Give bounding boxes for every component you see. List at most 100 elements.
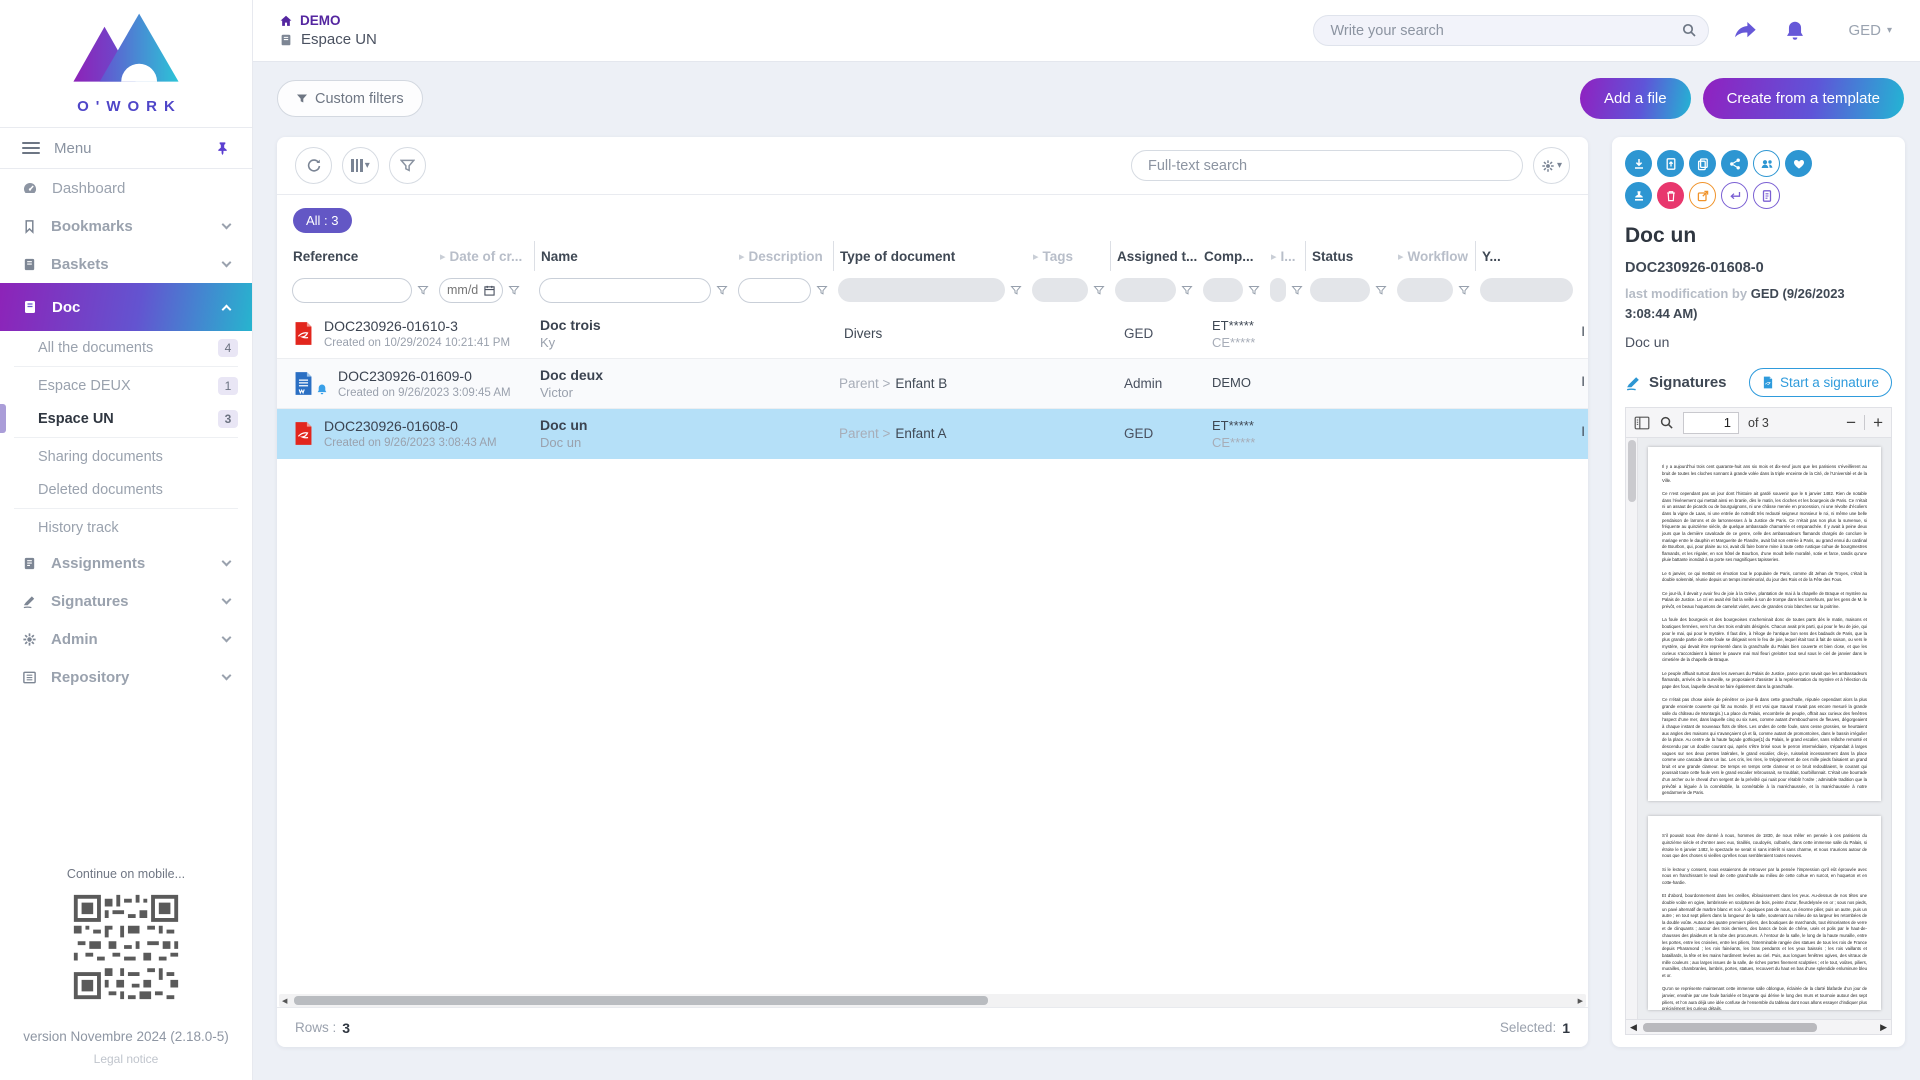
funnel-icon[interactable] bbox=[1181, 285, 1193, 296]
filter-select-tags[interactable] bbox=[1032, 278, 1088, 302]
sidebar-item-doc[interactable]: Doc bbox=[0, 283, 252, 331]
sidebar-item-history-track[interactable]: History track bbox=[0, 511, 252, 544]
filter-button[interactable] bbox=[389, 147, 426, 184]
funnel-icon[interactable] bbox=[1458, 285, 1470, 296]
funnel-icon[interactable] bbox=[1248, 285, 1260, 296]
column-header-reference[interactable]: Reference bbox=[287, 241, 434, 271]
scroll-left-arrow[interactable]: ◀ bbox=[1626, 1022, 1641, 1033]
delete-button[interactable] bbox=[1657, 182, 1684, 209]
column-header-workflow[interactable]: ▸Workflow bbox=[1392, 241, 1475, 271]
scrollbar-thumb[interactable] bbox=[1628, 440, 1636, 502]
column-header-name[interactable]: Name bbox=[534, 241, 733, 271]
search-icon[interactable] bbox=[1659, 415, 1674, 430]
stamp-button[interactable] bbox=[1625, 182, 1652, 209]
pdf-page-2[interactable]: S’il pouvait nous être donné à nous, hom… bbox=[1648, 816, 1881, 1010]
column-header-type[interactable]: Type of document bbox=[833, 241, 1027, 271]
filter-input-date[interactable] bbox=[439, 278, 503, 303]
sidebar-item-repository[interactable]: Repository bbox=[0, 658, 252, 696]
pdf-vertical-scrollbar[interactable] bbox=[1626, 438, 1638, 1019]
table-settings-button[interactable]: ▾ bbox=[1533, 147, 1570, 184]
table-row-selected[interactable]: DOC230926-01608-0 Created on 9/26/2023 3… bbox=[277, 409, 1588, 459]
funnel-icon[interactable] bbox=[417, 285, 429, 296]
breadcrumb-home[interactable]: DEMO bbox=[279, 13, 377, 28]
notifications-button[interactable] bbox=[1782, 17, 1808, 45]
download-button[interactable] bbox=[1625, 150, 1652, 177]
sidebar-item-dashboard[interactable]: Dashboard bbox=[0, 169, 252, 207]
filter-input-reference[interactable] bbox=[292, 278, 412, 303]
custom-filters-button[interactable]: Custom filters bbox=[277, 80, 423, 117]
filter-input-description[interactable] bbox=[738, 278, 811, 303]
sidebar-toggle-icon[interactable] bbox=[1634, 416, 1650, 430]
funnel-icon[interactable] bbox=[716, 285, 728, 296]
filter-input-name[interactable] bbox=[539, 278, 711, 303]
sidebar-item-all-documents[interactable]: All the documents 4 bbox=[0, 331, 252, 364]
refresh-button[interactable] bbox=[295, 147, 332, 184]
return-button[interactable] bbox=[1721, 182, 1748, 209]
pdf-page-1[interactable]: Il y a aujourd’hui trois cent quarante-h… bbox=[1648, 447, 1881, 801]
column-header-i[interactable]: ▸I... bbox=[1265, 241, 1305, 271]
global-search-input[interactable] bbox=[1313, 15, 1709, 46]
sidebar-item-sharing-documents[interactable]: Sharing documents bbox=[0, 440, 252, 473]
breadcrumb-space[interactable]: Espace UN bbox=[279, 31, 377, 48]
column-header-status[interactable]: Status bbox=[1305, 241, 1392, 271]
funnel-icon[interactable] bbox=[508, 285, 520, 296]
share-button[interactable] bbox=[1731, 18, 1760, 44]
document-properties-button[interactable] bbox=[1753, 182, 1780, 209]
scroll-right-arrow[interactable]: ▶ bbox=[1876, 1022, 1891, 1033]
fulltext-search-input[interactable] bbox=[1131, 150, 1523, 181]
share-document-button[interactable] bbox=[1721, 150, 1748, 177]
column-header-date[interactable]: ▸Date of cr... bbox=[434, 241, 534, 271]
sidebar-item-assignments[interactable]: Assignments bbox=[0, 544, 252, 582]
upload-version-button[interactable] bbox=[1657, 150, 1684, 177]
scrollbar-thumb[interactable] bbox=[294, 996, 987, 1005]
filter-select-workflow[interactable] bbox=[1397, 278, 1453, 302]
sidebar-item-espace-deux[interactable]: Espace DEUX 1 bbox=[0, 369, 252, 402]
all-filter-badge[interactable]: All : 3 bbox=[293, 208, 352, 233]
table-horizontal-scrollbar[interactable]: ◀ ▶ bbox=[279, 994, 1586, 1007]
columns-button[interactable]: ▾ bbox=[342, 147, 379, 184]
open-external-button[interactable] bbox=[1689, 182, 1716, 209]
sidebar-item-deleted-documents[interactable]: Deleted documents bbox=[0, 473, 252, 506]
column-header-y[interactable]: Y... bbox=[1475, 241, 1578, 271]
scrollbar-thumb[interactable] bbox=[1643, 1023, 1817, 1032]
funnel-icon[interactable] bbox=[1375, 285, 1387, 296]
pin-icon[interactable] bbox=[215, 141, 230, 156]
scroll-left-arrow[interactable]: ◀ bbox=[279, 997, 290, 1005]
funnel-icon[interactable] bbox=[816, 285, 828, 296]
table-row[interactable]: DOC230926-01609-0 Created on 9/26/2023 3… bbox=[277, 359, 1588, 409]
filter-select-company[interactable] bbox=[1203, 278, 1243, 302]
search-icon[interactable] bbox=[1681, 22, 1697, 38]
user-menu[interactable]: GED ▾ bbox=[1848, 22, 1892, 39]
table-row[interactable]: DOC230926-01610-3 Created on 10/29/2024 … bbox=[277, 309, 1588, 359]
page-number-input[interactable] bbox=[1683, 412, 1739, 434]
sidebar-item-bookmarks[interactable]: Bookmarks bbox=[0, 207, 252, 245]
add-file-button[interactable]: Add a file bbox=[1580, 78, 1691, 119]
filter-select-type[interactable] bbox=[838, 278, 1005, 302]
column-header-description[interactable]: ▸Description bbox=[733, 241, 833, 271]
zoom-in-button[interactable]: + bbox=[1873, 414, 1883, 431]
funnel-icon[interactable] bbox=[1093, 285, 1105, 296]
column-header-company[interactable]: Comp... bbox=[1198, 241, 1265, 271]
filter-select-status[interactable] bbox=[1310, 278, 1370, 302]
start-signature-button[interactable]: Start a signature bbox=[1749, 368, 1892, 397]
sidebar-item-admin[interactable]: Admin bbox=[0, 620, 252, 658]
pdf-horizontal-scrollbar[interactable]: ◀ ▶ bbox=[1625, 1020, 1892, 1035]
favorite-button[interactable] bbox=[1785, 150, 1812, 177]
filter-select-assigned[interactable] bbox=[1115, 278, 1176, 302]
sidebar-item-signatures[interactable]: Signatures bbox=[0, 582, 252, 620]
column-header-tags[interactable]: ▸Tags bbox=[1027, 241, 1110, 271]
legal-notice-link[interactable]: Legal notice bbox=[0, 1052, 252, 1066]
manage-access-button[interactable] bbox=[1753, 150, 1780, 177]
filter-select-i[interactable] bbox=[1270, 278, 1286, 302]
filter-select-y[interactable] bbox=[1480, 278, 1573, 302]
sidebar-item-baskets[interactable]: Baskets bbox=[0, 245, 252, 283]
create-from-template-button[interactable]: Create from a template bbox=[1703, 78, 1904, 119]
funnel-icon[interactable] bbox=[1291, 285, 1303, 296]
sidebar-menu-row[interactable]: Menu bbox=[0, 127, 252, 169]
sidebar-item-espace-un[interactable]: Espace UN 3 bbox=[0, 402, 252, 435]
column-header-assigned[interactable]: Assigned t... bbox=[1110, 241, 1198, 271]
scroll-right-arrow[interactable]: ▶ bbox=[1575, 997, 1586, 1005]
funnel-icon[interactable] bbox=[1010, 285, 1022, 296]
copy-button[interactable] bbox=[1689, 150, 1716, 177]
zoom-out-button[interactable]: − bbox=[1846, 414, 1856, 431]
